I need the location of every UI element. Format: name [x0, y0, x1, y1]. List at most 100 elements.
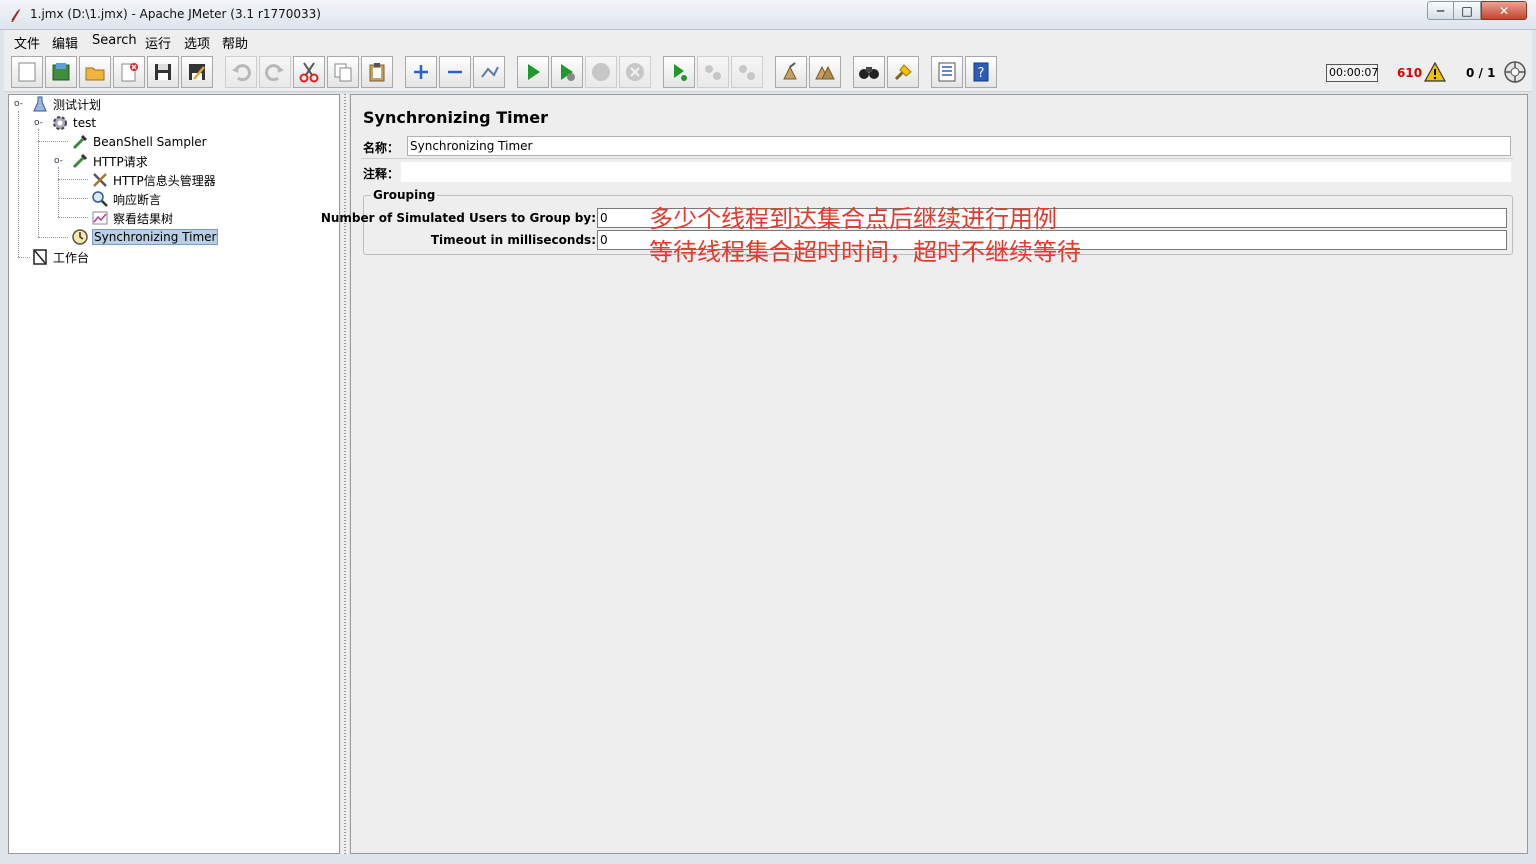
comment-input[interactable] — [401, 162, 1511, 182]
element-editor-panel: Synchronizing Timer 名称： 注释： Grouping Num… — [321, 94, 1528, 854]
sampler-pipette-icon — [72, 153, 88, 169]
tree-node-view-results-tree[interactable]: 察看结果树 — [91, 209, 174, 227]
shutdown-button[interactable] — [619, 56, 651, 88]
comment-label: 注释： — [363, 167, 400, 181]
sampler-pipette-icon — [72, 134, 88, 150]
new-icon — [18, 62, 36, 82]
name-row: 名称： — [361, 135, 1513, 157]
copy-icon — [334, 63, 352, 82]
tree-connector — [58, 167, 59, 217]
clear-all-button[interactable] — [809, 56, 841, 88]
jmeter-feather-icon — [11, 9, 20, 22]
minimize-button[interactable]: ─ — [1427, 1, 1454, 20]
window-title: 1.jmx (D:\1.jmx) - Apache JMeter (3.1 r1… — [30, 7, 321, 21]
window-bottom-border — [0, 856, 1536, 864]
tree-node-header-manager[interactable]: HTTP信息头管理器 — [91, 171, 217, 189]
tree-connector — [58, 179, 88, 180]
close-button[interactable]: ✕ — [1481, 1, 1527, 20]
templates-icon — [52, 63, 70, 81]
save-icon — [155, 64, 171, 80]
cut-icon — [299, 62, 319, 83]
undo-button[interactable] — [225, 56, 257, 88]
tree-node-label: BeanShell Sampler — [93, 135, 207, 149]
tree-connector — [58, 198, 88, 199]
test-plan-tree[interactable]: o- o- o- 测试计划 test BeanShell Sampler HTT… — [8, 94, 340, 854]
expand-icon — [414, 65, 428, 79]
config-tools-icon — [93, 173, 107, 187]
help-icon: ? — [973, 62, 989, 82]
tree-node-workbench[interactable]: 工作台 — [31, 248, 90, 266]
close-file-button[interactable] — [113, 56, 145, 88]
cut-button[interactable] — [293, 56, 325, 88]
function-helper-button[interactable] — [931, 56, 963, 88]
start-no-pauses-button[interactable] — [551, 56, 583, 88]
tree-node-label: Synchronizing Timer — [92, 229, 219, 245]
assertion-magnifier-icon — [92, 191, 108, 207]
start-button[interactable] — [517, 56, 549, 88]
remote-start-button[interactable] — [663, 56, 695, 88]
maximize-icon: □ — [1461, 4, 1473, 18]
tree-node-label: HTTP请求 — [93, 154, 148, 169]
menu-help[interactable]: 帮助 — [222, 33, 248, 52]
search-button[interactable] — [853, 56, 885, 88]
tree-node-label: 测试计划 — [53, 97, 102, 112]
tree-node-thread-group[interactable]: test — [51, 114, 97, 132]
help-button[interactable]: ? — [965, 56, 997, 88]
tree-connector — [38, 129, 39, 237]
tree-toggle-http-request[interactable]: o- — [54, 156, 64, 166]
active-threads: 0 / 1 — [1466, 66, 1496, 80]
toolbar: ? 00:00:07 610 0 / 1 — [4, 52, 1532, 92]
close-icon: ✕ — [1498, 4, 1510, 18]
tree-toggle-test[interactable]: o- — [34, 118, 44, 128]
menu-file[interactable]: 文件 — [14, 33, 40, 52]
error-count[interactable]: 610 — [1397, 66, 1422, 80]
menu-search[interactable]: Search — [92, 33, 137, 48]
minimize-icon: ─ — [1436, 4, 1445, 18]
tree-toggle-test-plan[interactable]: o- — [14, 99, 24, 109]
reset-search-icon — [894, 64, 912, 81]
tree-node-label: test — [73, 116, 97, 130]
reset-search-button[interactable] — [887, 56, 919, 88]
redo-icon — [265, 64, 284, 82]
paste-button[interactable] — [361, 56, 393, 88]
save-as-button[interactable] — [181, 56, 213, 88]
start-no-pause-icon — [561, 64, 575, 81]
expand-all-button[interactable] — [405, 56, 437, 88]
maximize-button[interactable]: □ — [1454, 1, 1481, 20]
collapse-all-button[interactable] — [439, 56, 471, 88]
title-bar: 1.jmx (D:\1.jmx) - Apache JMeter (3.1 r1… — [0, 0, 1536, 30]
remote-stop-icon — [705, 65, 721, 80]
name-input[interactable] — [407, 136, 1511, 156]
copy-button[interactable] — [327, 56, 359, 88]
shutdown-icon — [626, 63, 644, 81]
new-button[interactable] — [11, 56, 43, 88]
tree-node-http-request[interactable]: HTTP请求 — [71, 152, 149, 170]
remote-stop-button[interactable] — [697, 56, 729, 88]
remote-shutdown-button[interactable] — [731, 56, 763, 88]
clear-button[interactable] — [775, 56, 807, 88]
redo-button[interactable] — [259, 56, 291, 88]
paste-icon — [369, 63, 385, 82]
toggle-button[interactable] — [473, 56, 505, 88]
tree-node-response-assertion[interactable]: 响应断言 — [91, 190, 162, 208]
listener-graph-icon — [92, 211, 108, 225]
menu-edit[interactable]: 编辑 — [52, 33, 78, 52]
remote-start-icon — [674, 64, 687, 81]
templates-button[interactable] — [45, 56, 77, 88]
tree-connector — [38, 141, 68, 142]
remote-status-icon — [1504, 61, 1526, 83]
save-button[interactable] — [147, 56, 179, 88]
menu-options[interactable]: 选项 — [184, 33, 210, 52]
tree-node-test-plan[interactable]: 测试计划 — [31, 95, 102, 113]
menu-run[interactable]: 运行 — [145, 33, 171, 52]
tree-node-synchronizing-timer[interactable]: Synchronizing Timer — [71, 228, 219, 246]
workbench-icon — [33, 249, 47, 265]
tree-node-label: 响应断言 — [113, 192, 162, 207]
warning-icon[interactable] — [1424, 62, 1446, 82]
stop-button[interactable] — [585, 56, 617, 88]
tree-node-beanshell-sampler[interactable]: BeanShell Sampler — [71, 133, 208, 151]
page-title: Synchronizing Timer — [363, 108, 548, 127]
annotation-timeout: 等待线程集合超时时间，超时不继续等待 — [649, 238, 1081, 266]
open-button[interactable] — [79, 56, 111, 88]
panel-splitter[interactable] — [341, 94, 349, 854]
